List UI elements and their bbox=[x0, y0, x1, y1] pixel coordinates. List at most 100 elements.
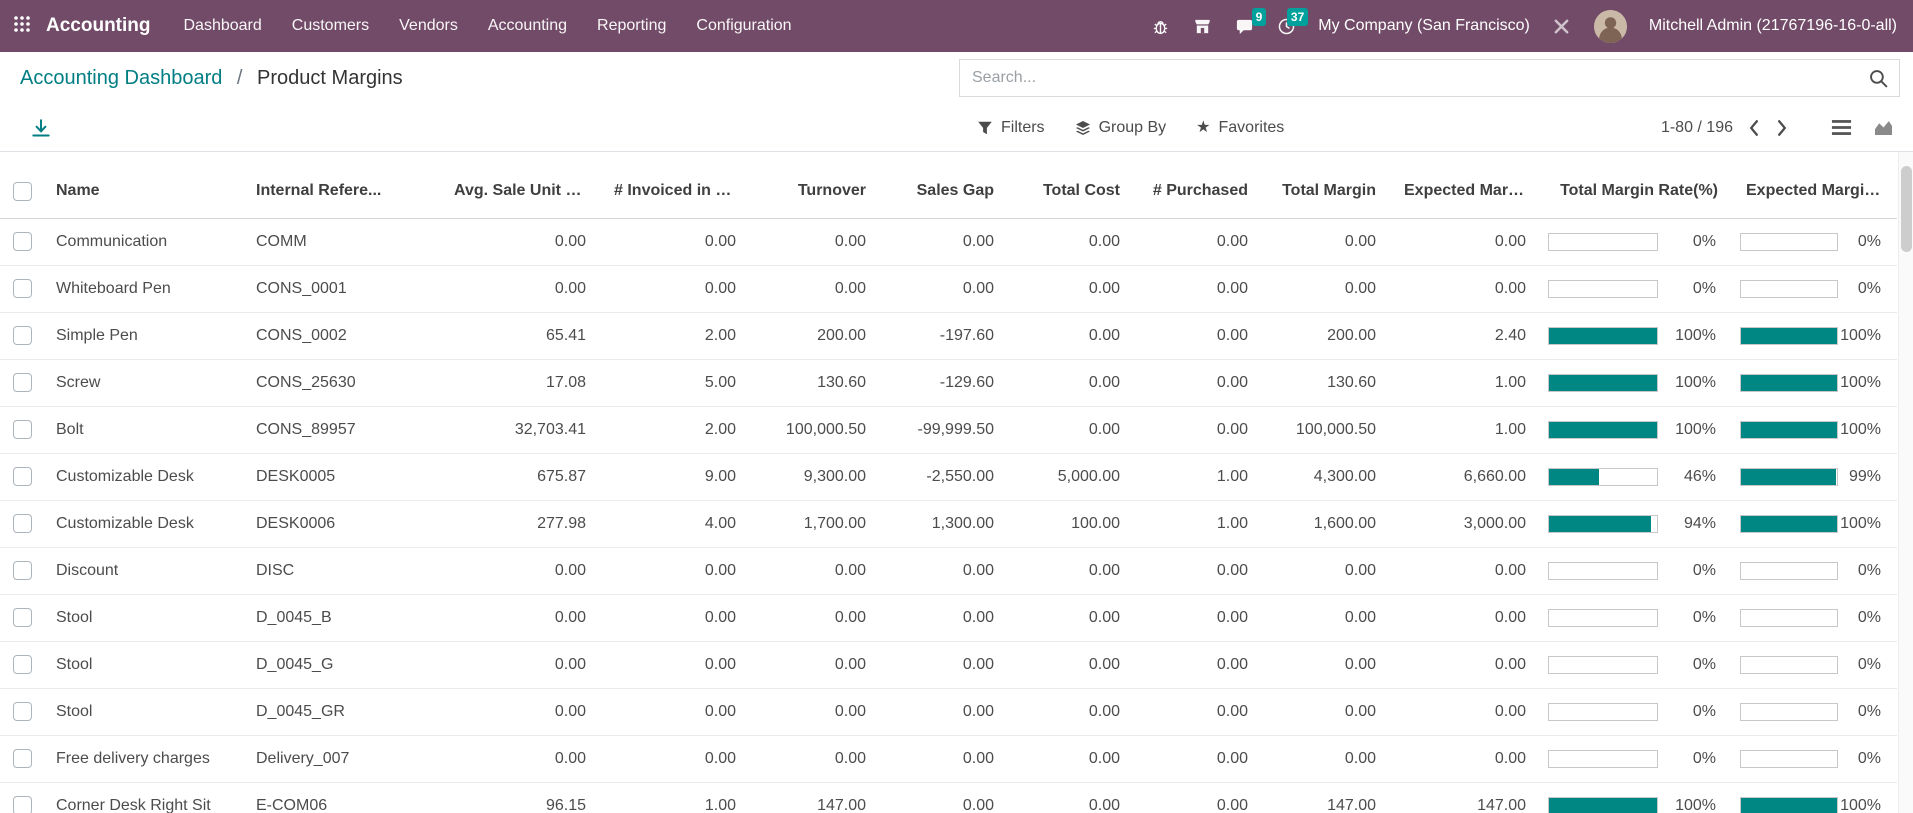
bar-fill bbox=[1549, 422, 1657, 438]
pager-previous-button[interactable] bbox=[1747, 118, 1765, 138]
favorites-button[interactable]: ★ Favorites bbox=[1196, 119, 1284, 137]
column-header[interactable]: Total Cost bbox=[1008, 165, 1134, 218]
messages-icon[interactable]: 9 bbox=[1234, 16, 1254, 36]
row-expected-margin: 0.00 bbox=[1390, 218, 1540, 265]
row-checkbox[interactable] bbox=[13, 232, 32, 251]
row-checkbox[interactable] bbox=[13, 655, 32, 674]
row-purchased-qty: 0.00 bbox=[1134, 218, 1262, 265]
column-header[interactable]: # Invoiced in S... bbox=[600, 165, 750, 218]
table-row[interactable]: StoolD_0045_B0.000.000.000.000.000.000.0… bbox=[0, 594, 1897, 641]
breadcrumb-parent-link[interactable]: Accounting Dashboard bbox=[20, 67, 222, 89]
breadcrumb: Accounting Dashboard / Product Margins bbox=[20, 67, 403, 90]
row-avg-sale-unit-price: 0.00 bbox=[440, 594, 600, 641]
search-icon[interactable] bbox=[1868, 68, 1889, 89]
menu-item-dashboard[interactable]: Dashboard bbox=[169, 0, 277, 52]
total-margin-rate-wrap: 100% bbox=[1548, 327, 1716, 345]
menu-item-customers[interactable]: Customers bbox=[277, 0, 384, 52]
table-row[interactable]: StoolD_0045_GR0.000.000.000.000.000.000.… bbox=[0, 688, 1897, 735]
row-invoiced-qty: 0.00 bbox=[600, 218, 750, 265]
scrollbar-thumb[interactable] bbox=[1901, 166, 1912, 252]
total-margin-rate-bar bbox=[1548, 421, 1658, 439]
user-avatar[interactable] bbox=[1594, 10, 1627, 43]
apps-menu-button[interactable] bbox=[0, 0, 44, 52]
pager-next-button[interactable] bbox=[1775, 118, 1793, 138]
row-total-margin: 0.00 bbox=[1262, 688, 1390, 735]
row-checkbox[interactable] bbox=[13, 467, 32, 486]
expected-margin-rate-label: 0% bbox=[1838, 656, 1881, 674]
column-header[interactable]: Sales Gap bbox=[880, 165, 1008, 218]
table-row[interactable]: Whiteboard PenCONS_00010.000.000.000.000… bbox=[0, 265, 1897, 312]
debug-bug-icon[interactable] bbox=[1150, 16, 1170, 36]
filters-button[interactable]: Filters bbox=[977, 119, 1045, 137]
row-expected-margin: 0.00 bbox=[1390, 641, 1540, 688]
table-row[interactable]: Corner Desk Right SitE-COM0696.151.00147… bbox=[0, 782, 1897, 813]
table-row[interactable]: CommunicationCOMM0.000.000.000.000.000.0… bbox=[0, 218, 1897, 265]
company-switcher[interactable]: My Company (San Francisco) bbox=[1318, 17, 1530, 35]
expected-margin-rate-wrap: 0% bbox=[1740, 703, 1881, 721]
row-select-cell bbox=[0, 782, 44, 813]
expected-margin-rate-wrap: 100% bbox=[1740, 797, 1881, 813]
row-turnover: 0.00 bbox=[750, 688, 880, 735]
store-icon[interactable] bbox=[1192, 16, 1212, 36]
row-checkbox[interactable] bbox=[13, 420, 32, 439]
activities-clock-icon[interactable]: 37 bbox=[1276, 16, 1296, 36]
row-select-cell bbox=[0, 547, 44, 594]
export-button[interactable] bbox=[30, 116, 54, 140]
bar-fill bbox=[1549, 375, 1657, 391]
row-sales-gap: 0.00 bbox=[880, 547, 1008, 594]
column-header[interactable]: Avg. Sale Unit Pri... bbox=[440, 165, 600, 218]
expected-margin-rate-bar bbox=[1740, 703, 1838, 721]
row-checkbox[interactable] bbox=[13, 279, 32, 298]
column-header[interactable]: Internal Refere... bbox=[244, 165, 440, 218]
select-all-checkbox[interactable] bbox=[13, 182, 32, 201]
menu-item-vendors[interactable]: Vendors bbox=[384, 0, 473, 52]
search-bar[interactable] bbox=[959, 59, 1900, 97]
row-avg-sale-unit-price: 65.41 bbox=[440, 312, 600, 359]
menu-item-accounting[interactable]: Accounting bbox=[473, 0, 582, 52]
table-row[interactable]: StoolD_0045_G0.000.000.000.000.000.000.0… bbox=[0, 641, 1897, 688]
total-margin-rate-wrap: 0% bbox=[1548, 280, 1716, 298]
user-menu[interactable]: Mitchell Admin (21767196-16-0-all) bbox=[1649, 17, 1897, 35]
table-row[interactable]: ScrewCONS_2563017.085.00130.60-129.600.0… bbox=[0, 359, 1897, 406]
list-view-button[interactable] bbox=[1831, 119, 1853, 137]
row-checkbox[interactable] bbox=[13, 796, 32, 813]
row-checkbox[interactable] bbox=[13, 561, 32, 580]
column-header[interactable]: # Purchased bbox=[1134, 165, 1262, 218]
search-input[interactable] bbox=[970, 68, 1868, 88]
table-row[interactable]: BoltCONS_8995732,703.412.00100,000.50-99… bbox=[0, 406, 1897, 453]
app-name[interactable]: Accounting bbox=[46, 15, 151, 37]
table-row[interactable]: DiscountDISC0.000.000.000.000.000.000.00… bbox=[0, 547, 1897, 594]
menu-item-reporting[interactable]: Reporting bbox=[582, 0, 681, 52]
row-checkbox[interactable] bbox=[13, 608, 32, 627]
row-name: Bolt bbox=[44, 406, 244, 453]
column-header[interactable]: Total Margin Rate(%) bbox=[1540, 165, 1732, 218]
expected-margin-rate-label: 100% bbox=[1838, 327, 1881, 345]
column-header[interactable]: Name bbox=[44, 165, 244, 218]
group-by-button[interactable]: Group By bbox=[1075, 119, 1167, 137]
menu-item-configuration[interactable]: Configuration bbox=[681, 0, 806, 52]
tools-icon[interactable] bbox=[1552, 16, 1572, 36]
column-header[interactable]: Expected Marg... bbox=[1390, 165, 1540, 218]
table-row[interactable]: Customizable DeskDESK0005675.879.009,300… bbox=[0, 453, 1897, 500]
row-invoiced-qty: 9.00 bbox=[600, 453, 750, 500]
column-header[interactable]: Total Margin bbox=[1262, 165, 1390, 218]
column-header[interactable]: Turnover bbox=[750, 165, 880, 218]
row-checkbox[interactable] bbox=[13, 749, 32, 768]
row-invoiced-qty: 0.00 bbox=[600, 594, 750, 641]
row-checkbox[interactable] bbox=[13, 702, 32, 721]
table-row[interactable]: Customizable DeskDESK0006277.984.001,700… bbox=[0, 500, 1897, 547]
chart-view-button[interactable] bbox=[1873, 119, 1895, 137]
row-checkbox[interactable] bbox=[13, 514, 32, 533]
table-row[interactable]: Free delivery chargesDelivery_0070.000.0… bbox=[0, 735, 1897, 782]
column-header[interactable]: Expected Margin ... bbox=[1732, 165, 1897, 218]
row-avg-sale-unit-price: 0.00 bbox=[440, 547, 600, 594]
expected-margin-rate-label: 0% bbox=[1838, 233, 1881, 251]
vertical-scrollbar[interactable] bbox=[1898, 152, 1913, 813]
expected-margin-rate-cell: 100% bbox=[1732, 406, 1897, 453]
row-select-cell bbox=[0, 594, 44, 641]
row-checkbox[interactable] bbox=[13, 326, 32, 345]
table-row[interactable]: Simple PenCONS_000265.412.00200.00-197.6… bbox=[0, 312, 1897, 359]
row-avg-sale-unit-price: 0.00 bbox=[440, 688, 600, 735]
row-checkbox[interactable] bbox=[13, 373, 32, 392]
total-margin-rate-bar bbox=[1548, 703, 1658, 721]
